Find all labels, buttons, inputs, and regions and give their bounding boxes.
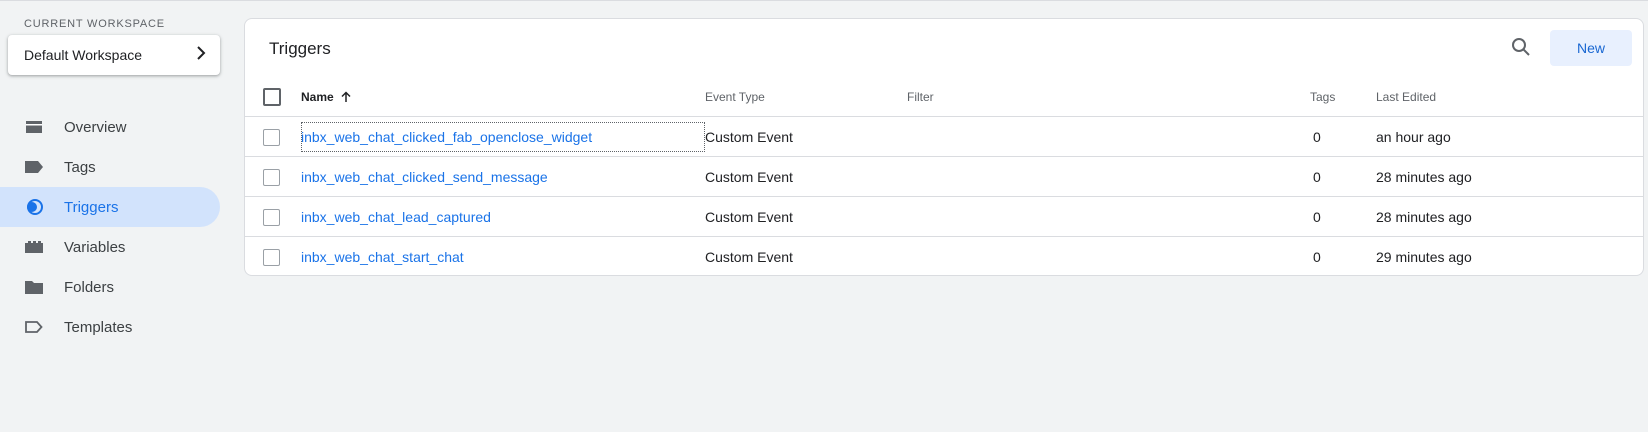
triggers-table: Name Event Type Filter Tags Last Edited … — [245, 77, 1643, 277]
last-edited-cell: an hour ago — [1376, 129, 1451, 145]
table-row[interactable]: inbx_web_chat_clicked_fab_openclose_widg… — [245, 117, 1643, 157]
filter-cell — [907, 117, 1307, 157]
sidebar-item-label: Folders — [64, 278, 115, 296]
sidebar-item-tags[interactable]: Tags — [0, 147, 220, 187]
tags-count-cell: 0 — [1313, 209, 1321, 225]
sidebar-item-label: Tags — [64, 158, 96, 176]
column-header-name[interactable]: Name — [301, 77, 705, 117]
event-type-cell: Custom Event — [705, 249, 793, 265]
column-header-event-type[interactable]: Event Type — [705, 77, 905, 117]
table-row[interactable]: inbx_web_chat_start_chat Custom Event 0 … — [245, 237, 1643, 277]
trigger-name-link[interactable]: inbx_web_chat_start_chat — [301, 249, 464, 265]
event-type-cell: Custom Event — [705, 169, 793, 185]
sidebar-item-triggers[interactable]: Triggers — [0, 187, 220, 227]
tags-count-cell: 0 — [1313, 129, 1321, 145]
event-type-cell: Custom Event — [705, 129, 793, 145]
column-header-label: Name — [301, 90, 334, 104]
column-header-filter[interactable]: Filter — [907, 77, 1307, 117]
sidebar-nav: Overview Tags Triggers Variables Folders — [0, 107, 228, 347]
row-checkbox[interactable] — [263, 248, 280, 266]
filter-cell — [907, 197, 1307, 237]
trigger-name-link[interactable]: inbx_web_chat_clicked_fab_openclose_widg… — [301, 129, 592, 145]
tags-count-cell: 0 — [1313, 169, 1321, 185]
page-title: Triggers — [269, 39, 331, 58]
sidebar-item-label: Templates — [64, 318, 133, 336]
triggers-card: Triggers New Name Event Type Filter Tags… — [244, 18, 1644, 276]
sidebar-item-variables[interactable]: Variables — [0, 227, 220, 267]
sidebar-item-label: Variables — [64, 238, 126, 256]
arrow-up-icon — [340, 91, 352, 103]
row-checkbox[interactable] — [263, 208, 280, 226]
workspace-label: CURRENT WORKSPACE — [24, 18, 165, 30]
table-row[interactable]: inbx_web_chat_clicked_send_message Custo… — [245, 157, 1643, 197]
last-edited-cell: 28 minutes ago — [1376, 209, 1472, 225]
templates-icon — [24, 317, 44, 337]
search-icon — [1511, 37, 1531, 62]
triggers-icon — [24, 197, 44, 217]
select-all-checkbox[interactable] — [263, 88, 281, 106]
sidebar: CURRENT WORKSPACE Default Workspace Over… — [0, 0, 228, 432]
overview-icon — [24, 117, 44, 137]
table-row[interactable]: inbx_web_chat_lead_captured Custom Event… — [245, 197, 1643, 237]
sidebar-item-label: Overview — [64, 118, 127, 136]
column-header-tags[interactable]: Tags — [1310, 77, 1370, 117]
search-button[interactable] — [1507, 35, 1535, 63]
tag-icon — [24, 157, 44, 177]
trigger-name-link[interactable]: inbx_web_chat_lead_captured — [301, 209, 491, 225]
column-header-last-edited[interactable]: Last Edited — [1376, 77, 1576, 117]
chevron-right-icon — [196, 45, 206, 65]
row-checkbox[interactable] — [263, 128, 280, 146]
trigger-name-link[interactable]: inbx_web_chat_clicked_send_message — [301, 169, 548, 185]
filter-cell — [907, 237, 1307, 277]
sidebar-item-overview[interactable]: Overview — [0, 107, 220, 147]
workspace-name: Default Workspace — [24, 47, 143, 63]
tags-count-cell: 0 — [1313, 249, 1321, 265]
variables-icon — [24, 237, 44, 257]
sidebar-item-label: Triggers — [64, 198, 119, 216]
table-header: Name Event Type Filter Tags Last Edited — [245, 77, 1643, 117]
new-trigger-button[interactable]: New — [1550, 30, 1632, 66]
last-edited-cell: 29 minutes ago — [1376, 249, 1472, 265]
event-type-cell: Custom Event — [705, 209, 793, 225]
top-divider — [0, 0, 1648, 1]
last-edited-cell: 28 minutes ago — [1376, 169, 1472, 185]
sidebar-item-folders[interactable]: Folders — [0, 267, 220, 307]
workspace-selector[interactable]: Default Workspace — [8, 35, 220, 75]
filter-cell — [907, 157, 1307, 197]
row-checkbox[interactable] — [263, 168, 280, 186]
folder-icon — [24, 277, 44, 297]
sidebar-item-templates[interactable]: Templates — [0, 307, 220, 347]
